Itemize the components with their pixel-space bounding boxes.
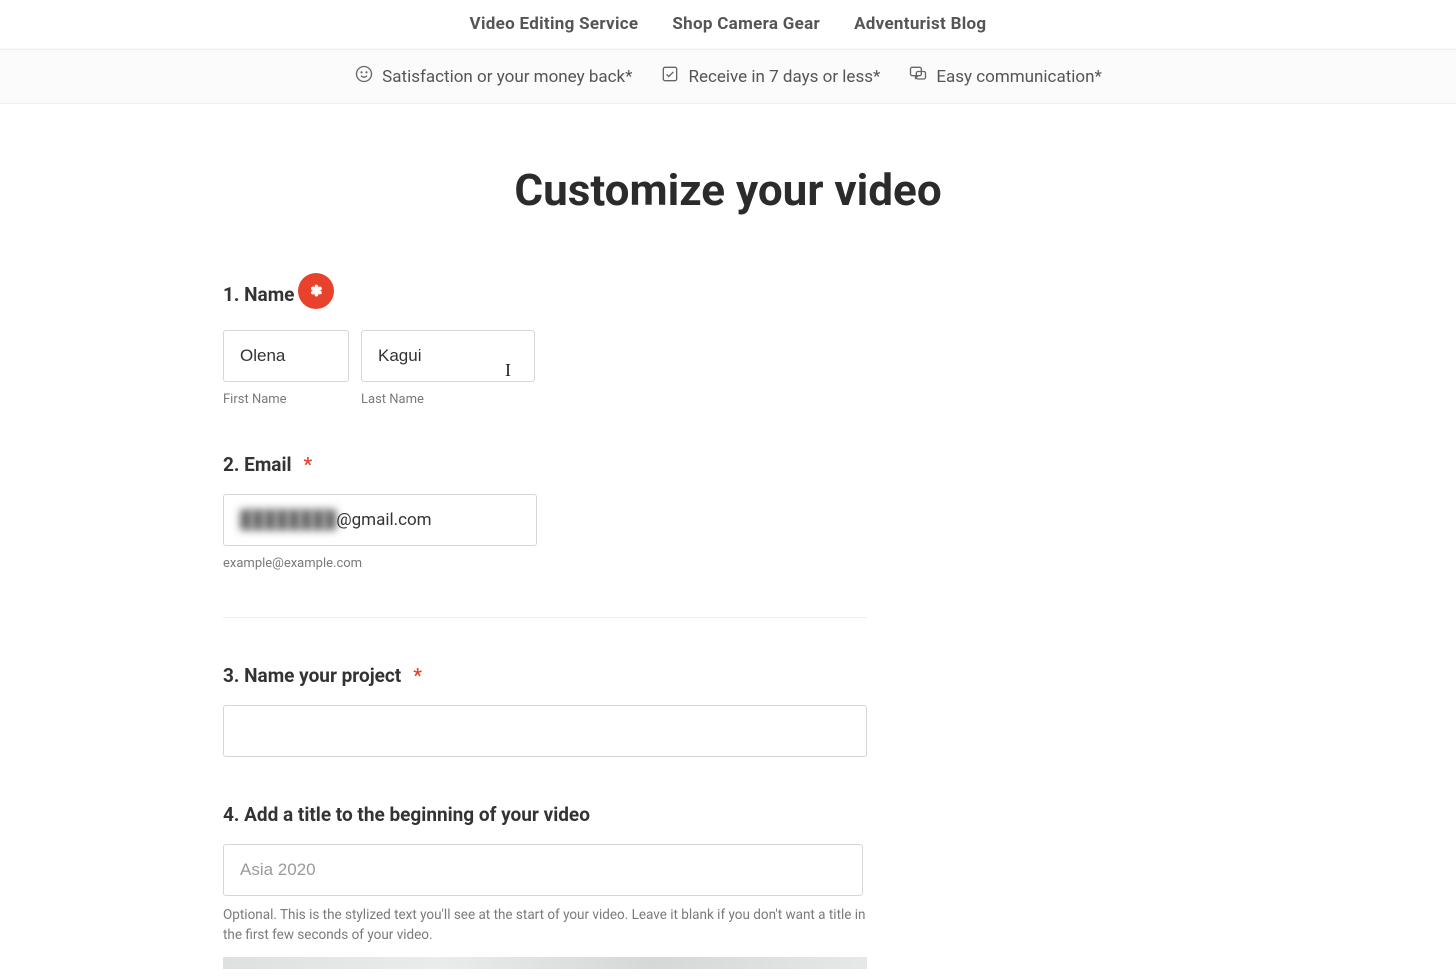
section-title: 4. Add a title to the beginning of your …: [223, 803, 1233, 969]
page-title: Customize your video: [223, 164, 1233, 216]
title-helper: Optional. This is the stylized text you'…: [223, 906, 867, 945]
label-project: 3. Name your project *: [223, 664, 1233, 687]
smile-icon: [354, 64, 374, 89]
main-content: Customize your video 1. Name ✽ First Nam…: [223, 104, 1233, 969]
nav-link-video-editing[interactable]: Video Editing Service: [470, 14, 639, 34]
required-badge-icon: ✽: [298, 273, 334, 309]
label-project-text: 3. Name your project: [223, 664, 401, 687]
benefit-satisfaction: Satisfaction or your money back*: [354, 64, 632, 89]
label-name-text: 1. Name: [223, 283, 294, 306]
benefits-bar: Satisfaction or your money back* Receive…: [0, 49, 1456, 104]
email-domain: @gmail.com: [336, 510, 431, 530]
label-title-text: 4. Add a title to the beginning of your …: [223, 803, 590, 826]
benefit-text: Receive in 7 days or less*: [688, 67, 880, 87]
email-input[interactable]: ████████@gmail.com: [223, 494, 537, 546]
label-name: 1. Name ✽: [223, 276, 1233, 312]
video-title-input[interactable]: [223, 844, 863, 896]
first-name-input[interactable]: [223, 330, 349, 382]
benefit-communication: Easy communication*: [908, 64, 1102, 89]
section-project: 3. Name your project *: [223, 664, 1233, 757]
section-divider: [223, 617, 867, 618]
preview-strip: [223, 957, 867, 969]
first-name-sublabel: First Name: [223, 392, 349, 407]
check-icon: [660, 64, 680, 89]
email-local-redacted: ████████: [240, 510, 336, 530]
label-email-text: 2. Email: [223, 453, 292, 476]
nav-link-shop-gear[interactable]: Shop Camera Gear: [672, 14, 820, 34]
label-email: 2. Email *: [223, 453, 1233, 476]
benefit-text: Easy communication*: [936, 67, 1102, 87]
benefit-text: Satisfaction or your money back*: [382, 67, 632, 87]
required-star-icon: *: [304, 453, 313, 476]
nav-link-blog[interactable]: Adventurist Blog: [854, 14, 986, 34]
label-title: 4. Add a title to the beginning of your …: [223, 803, 1233, 826]
required-star-icon: *: [413, 664, 422, 687]
benefit-delivery: Receive in 7 days or less*: [660, 64, 880, 89]
section-email: 2. Email * ████████@gmail.com example@ex…: [223, 453, 1233, 571]
email-helper: example@example.com: [223, 556, 1233, 571]
top-nav: Video Editing Service Shop Camera Gear A…: [0, 0, 1456, 49]
last-name-sublabel: Last Name: [361, 392, 535, 407]
section-name: 1. Name ✽ First Name Last Name: [223, 276, 1233, 407]
project-name-input[interactable]: [223, 705, 867, 757]
chat-icon: [908, 64, 928, 89]
last-name-input[interactable]: [361, 330, 535, 382]
